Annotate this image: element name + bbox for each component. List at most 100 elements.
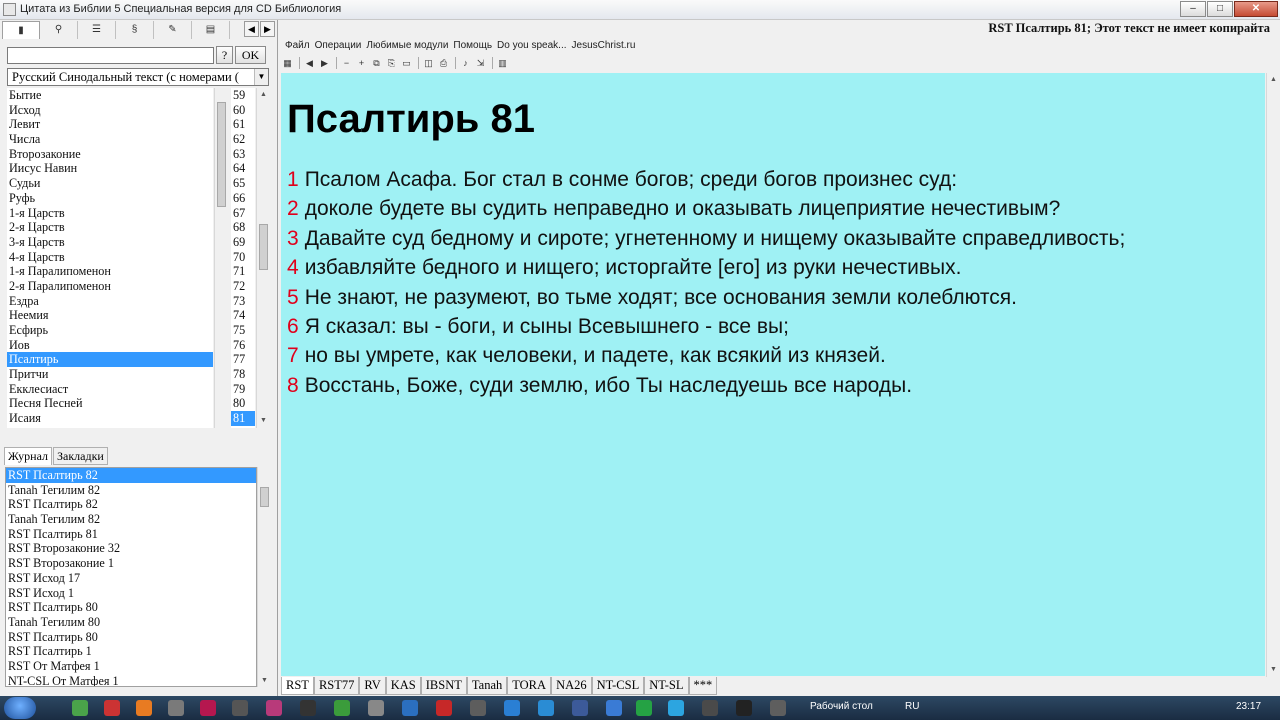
strong-tab-icon[interactable]: ☰	[78, 21, 116, 39]
verse[interactable]: 4 избавляйте бедного и нищего; исторгайте…	[287, 253, 1257, 282]
chapter-list-item[interactable]: 74	[231, 308, 255, 323]
book-list-scrollbar[interactable]	[214, 88, 228, 428]
journal-item[interactable]: RST Второзаконие 1	[6, 556, 256, 571]
book-list-item[interactable]: Бытие	[7, 88, 213, 103]
scroll-up-icon[interactable]: ▲	[1267, 73, 1280, 86]
journal-item[interactable]: RST Псалтирь 80	[6, 600, 256, 615]
history-tab[interactable]: Журнал	[4, 447, 53, 465]
book-list-item[interactable]: Есфирь	[7, 323, 213, 338]
dictionary-tab-icon[interactable]: §	[116, 21, 154, 39]
desktop-toolbar-label[interactable]: Рабочий стол	[810, 701, 873, 712]
app-icon[interactable]	[72, 700, 88, 716]
journal-item[interactable]: RST От Матфея 1	[6, 659, 256, 674]
clock[interactable]: 23:17	[1236, 701, 1261, 712]
book-list-item[interactable]: Судьи	[7, 176, 213, 191]
book-list-item[interactable]: Числа	[7, 132, 213, 147]
telegram-icon[interactable]	[668, 700, 684, 716]
module-tab[interactable]: ***	[688, 677, 718, 695]
search-input[interactable]	[7, 47, 214, 64]
module-tab[interactable]: NT-SL	[644, 677, 689, 695]
app-icon[interactable]	[572, 700, 588, 716]
journal-item[interactable]: RST Псалтирь 80	[6, 630, 256, 645]
verse-number[interactable]: 3	[287, 227, 299, 250]
menu-item[interactable]: JesusChrist.ru	[571, 39, 640, 53]
notes-tab-icon[interactable]: ▤	[192, 21, 230, 39]
chapter-list-item[interactable]: 65	[231, 176, 255, 191]
verse-number[interactable]: 1	[287, 168, 299, 191]
verse[interactable]: 3 Давайте суд бедному и сироте; угнетенно…	[287, 224, 1257, 253]
copy-icon[interactable]: ⧉	[370, 57, 383, 70]
book-list-item[interactable]: Песня Песней	[7, 396, 213, 411]
bible-text-view[interactable]: Псалтирь 81 1 Псалом Асафа. Бог стал в со…	[281, 73, 1265, 676]
app-icon[interactable]	[470, 700, 486, 716]
app-icon[interactable]	[402, 700, 418, 716]
journal-item[interactable]: RST Псалтирь 1	[6, 644, 256, 659]
verse[interactable]: 1 Псалом Асафа. Бог стал в сонме богов; с…	[287, 165, 1257, 194]
menu-item[interactable]: Любимые модули	[365, 39, 452, 53]
verse-number[interactable]: 8	[287, 374, 299, 397]
menu-item[interactable]: Do you speak...	[496, 39, 570, 53]
chevron-down-icon[interactable]: ▼	[254, 69, 268, 85]
close-button[interactable]: ✕	[1234, 1, 1278, 17]
book-list-item[interactable]: 1-я Паралипоменон	[7, 264, 213, 279]
scroll-down-icon[interactable]: ▼	[257, 414, 270, 427]
start-button[interactable]	[4, 697, 36, 719]
verse[interactable]: 6Я сказал: вы - боги, и сыны Всевышнего …	[287, 312, 1257, 341]
chapter-list-item[interactable]: 61	[231, 117, 255, 132]
speaker-icon[interactable]: ♪	[459, 57, 472, 70]
book-list-item[interactable]: 2-я Царств	[7, 220, 213, 235]
module-tab[interactable]: NA26	[551, 677, 592, 695]
module-select[interactable]: Русский Синодальный текст (с номерами ( …	[7, 68, 269, 86]
journal-item[interactable]: Tanah Тегилим 82	[6, 483, 256, 498]
book-list-item[interactable]: Притчи	[7, 367, 213, 382]
book-list-item[interactable]: 3-я Царств	[7, 235, 213, 250]
print-icon[interactable]: ⎙	[437, 57, 450, 70]
journal-item[interactable]: RST Псалтирь 82	[6, 468, 256, 483]
app-icon[interactable]	[104, 700, 120, 716]
verse-number[interactable]: 7	[287, 344, 299, 367]
chapter-list-item[interactable]: 78	[231, 367, 255, 382]
chapter-list-item[interactable]: 71	[231, 264, 255, 279]
scrollbar-thumb[interactable]	[217, 102, 226, 207]
book-list-item[interactable]: 1-я Царств	[7, 206, 213, 221]
book-list-item[interactable]: Исаия	[7, 411, 213, 426]
scroll-down-icon[interactable]: ▼	[258, 674, 271, 687]
module-tab[interactable]: NT-CSL	[591, 677, 645, 695]
module-tab[interactable]: RST77	[313, 677, 360, 695]
chapter-list-item[interactable]: 60	[231, 103, 255, 118]
journal-item[interactable]: RST Исход 1	[6, 586, 256, 601]
chapter-list-item[interactable]: 75	[231, 323, 255, 338]
chapter-list-item[interactable]: 80	[231, 396, 255, 411]
chapter-list-item[interactable]: 59	[231, 88, 255, 103]
journal-item[interactable]: RST Второзаконие 32	[6, 541, 256, 556]
preview-icon[interactable]: ◫	[422, 57, 435, 70]
minimize-button[interactable]: –	[1180, 1, 1206, 17]
firefox-icon[interactable]	[136, 700, 152, 716]
zoom-out-icon[interactable]: −	[340, 57, 353, 70]
app-icon[interactable]	[368, 700, 384, 716]
module-tab[interactable]: TORA	[507, 677, 552, 695]
verse-number[interactable]: 2	[287, 197, 299, 220]
chapter-list-scrollbar[interactable]: ▲ ▼	[256, 88, 270, 428]
journal-item[interactable]: RST Псалтирь 82	[6, 497, 256, 512]
menu-item[interactable]: Помощь	[452, 39, 496, 53]
chapter-list-item[interactable]: 63	[231, 147, 255, 162]
app-icon[interactable]	[606, 700, 622, 716]
document-icon[interactable]: ▭	[400, 57, 413, 70]
copy-text-icon[interactable]: ⎘	[385, 57, 398, 70]
journal-item[interactable]: RST Псалтирь 81	[6, 527, 256, 542]
module-tab[interactable]: KAS	[385, 677, 421, 695]
layout-icon[interactable]: ▥	[496, 57, 509, 70]
chapter-list-item[interactable]: 72	[231, 279, 255, 294]
book-list-item[interactable]: 2-я Паралипоменон	[7, 279, 213, 294]
journal-item[interactable]: Tanah Тегилим 80	[6, 615, 256, 630]
book-list-item[interactable]: Исход	[7, 103, 213, 118]
book-list-item[interactable]: Левит	[7, 117, 213, 132]
journal-item[interactable]: NT-CSL От Матфея 1	[6, 674, 256, 686]
folder-icon[interactable]	[168, 700, 184, 716]
verse[interactable]: 7 но вы умрете, как человеки, и падете, к…	[287, 341, 1257, 370]
journal-item[interactable]: Tanah Тегилим 82	[6, 512, 256, 527]
help-button[interactable]: ?	[216, 46, 233, 64]
previous-icon[interactable]: ◀	[303, 57, 316, 70]
books-tab-icon[interactable]: ▮	[2, 21, 40, 39]
